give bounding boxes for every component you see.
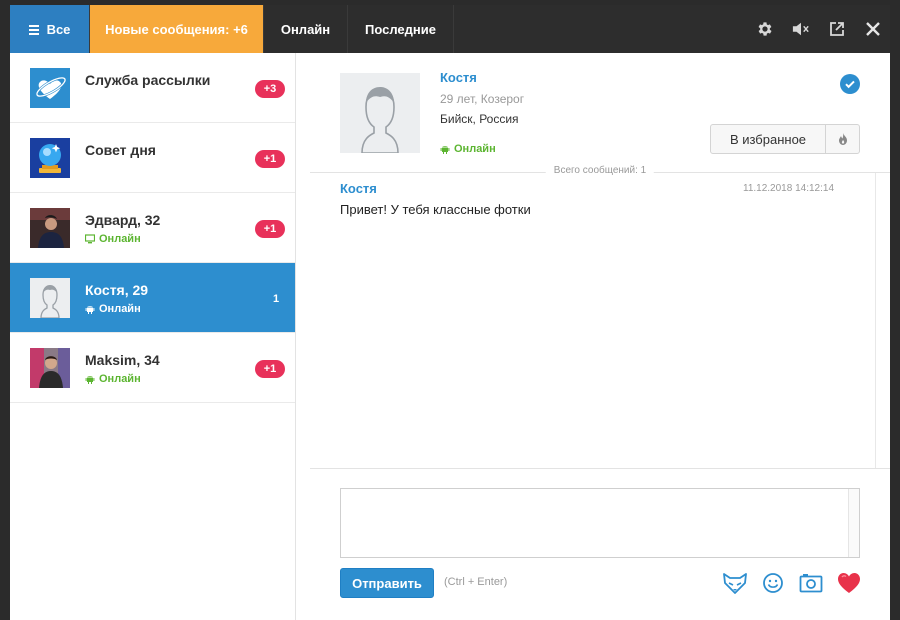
online-status-label: Онлайн [99, 233, 141, 245]
close-icon[interactable] [864, 20, 882, 38]
online-status: Онлайн [85, 233, 141, 245]
tab-online-label: Онлайн [280, 21, 331, 37]
tab-recent[interactable]: Последние [348, 5, 454, 53]
mailing-service-logo [30, 68, 70, 108]
conversation-panel: Костя 29 лет, Козерог Бийск, Россия Онла… [310, 53, 890, 620]
contact-name: Служба рассылки [85, 72, 211, 88]
contact-item-mailing-service[interactable]: Служба рассылки +3 [10, 53, 295, 123]
send-shortcut-hint: (Ctrl + Enter) [444, 576, 508, 588]
tab-new-messages-label: Новые сообщения: +6 [105, 21, 248, 37]
mute-icon[interactable] [792, 20, 810, 38]
composer-tools [722, 570, 862, 596]
contact-name: Эдвард, 32 [85, 212, 161, 228]
message-list-scrollbar[interactable] [875, 173, 876, 468]
tab-all-label: Все [46, 21, 71, 37]
tab-recent-label: Последние [365, 21, 436, 37]
android-icon [85, 306, 95, 314]
profile-age-sign: 29 лет, Козерог [440, 92, 525, 106]
default-avatar [30, 278, 70, 318]
desktop-icon [85, 234, 95, 244]
tab-all[interactable]: Все [10, 5, 90, 53]
contacts-sidebar: Служба рассылки +3 Совет дня +1 Эдвард, … [10, 53, 296, 620]
send-button[interactable]: Отправить [340, 568, 434, 598]
tip-of-day-icon [30, 138, 70, 178]
fire-button[interactable] [826, 125, 859, 153]
user-photo [30, 348, 70, 388]
gear-icon[interactable] [756, 20, 774, 38]
unread-badge: +1 [255, 150, 285, 168]
message-input[interactable] [340, 488, 860, 558]
online-status-label: Онлайн [99, 303, 141, 315]
smile-icon[interactable] [760, 570, 786, 596]
contact-name: Костя, 29 [85, 282, 149, 298]
android-icon [440, 146, 450, 154]
fox-icon[interactable] [722, 570, 748, 596]
heart-icon[interactable] [836, 570, 862, 596]
profile-online-label: Онлайн [454, 143, 496, 155]
online-status: Онлайн [85, 373, 141, 385]
top-nav-bar: Все Новые сообщения: +6 Онлайн Последние [10, 5, 890, 53]
message-author[interactable]: Костя [340, 181, 377, 196]
composer-divider [310, 468, 890, 469]
profile-location: Бийск, Россия [440, 112, 519, 126]
chat-window: Служба рассылки +3 Совет дня +1 Эдвард, … [10, 53, 890, 620]
camera-icon[interactable] [798, 570, 824, 596]
user-photo [30, 208, 70, 248]
menu-icon [28, 24, 39, 35]
unread-badge: +1 [255, 220, 285, 238]
message-input-scrollbar[interactable] [848, 489, 859, 557]
window-controls [756, 5, 890, 53]
external-link-icon[interactable] [828, 20, 846, 38]
fire-icon [838, 133, 847, 145]
contact-item-tip-of-day[interactable]: Совет дня +1 [10, 123, 295, 193]
contact-name: Совет дня [85, 142, 156, 158]
profile-name-link[interactable]: Костя [440, 70, 477, 85]
unread-count: 1 [272, 293, 280, 305]
contact-name: Maksim, 34 [85, 352, 160, 368]
unread-badge: +1 [255, 360, 285, 378]
profile-online-status: Онлайн [440, 143, 496, 155]
online-status-label: Онлайн [99, 373, 141, 385]
android-icon [85, 376, 95, 384]
tab-online[interactable]: Онлайн [264, 5, 348, 53]
message-timestamp: 11.12.2018 14:12:14 [743, 183, 835, 194]
message-list: Костя 11.12.2018 14:12:14 Привет! У тебя… [310, 173, 890, 468]
add-to-favorites-button[interactable]: В избранное [711, 125, 826, 153]
unread-badge: +3 [255, 80, 285, 98]
contact-item-kostya[interactable]: Костя, 29 Онлайн 1 [10, 263, 295, 333]
online-status: Онлайн [85, 303, 141, 315]
verified-check-icon [840, 74, 860, 94]
tab-new-messages[interactable]: Новые сообщения: +6 [90, 5, 264, 53]
contact-item-maksim[interactable]: Maksim, 34 Онлайн +1 [10, 333, 295, 403]
contact-item-edward[interactable]: Эдвард, 32 Онлайн +1 [10, 193, 295, 263]
message-text: Привет! У тебя классные фотки [340, 202, 531, 217]
profile-photo[interactable] [340, 73, 420, 153]
favorite-button-group: В избранное [710, 124, 860, 154]
